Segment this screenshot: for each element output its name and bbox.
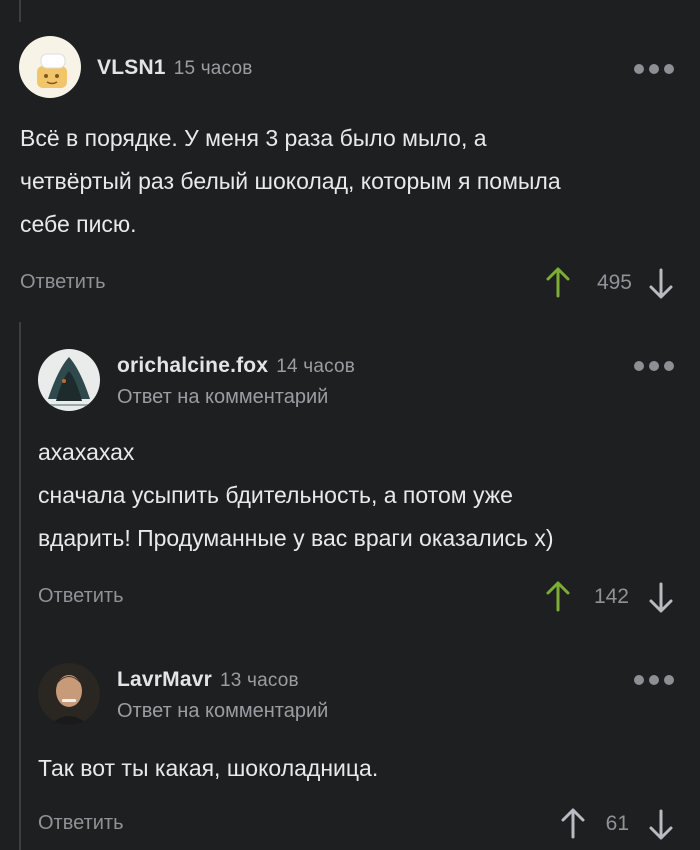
reply-button[interactable]: Ответить <box>38 585 124 608</box>
rating-value: 495 <box>596 271 632 294</box>
comment-text: ахахахах сначала усыпить бдительность, а… <box>38 431 554 560</box>
comment-line: ахахахах <box>38 439 135 465</box>
author-name[interactable]: LavrMavr 13 часов <box>117 668 299 692</box>
comment-line: Всё в порядке. У меня 3 раза было мыло, … <box>20 125 487 151</box>
reply-note[interactable]: Ответ на комментарий <box>117 386 328 409</box>
more-dots-icon[interactable] <box>634 63 674 75</box>
arrow-down-icon[interactable] <box>648 582 674 614</box>
author-name[interactable]: orichalcine.fox 14 часов <box>117 354 355 378</box>
author-label[interactable]: LavrMavr <box>117 668 212 691</box>
arrow-up-icon[interactable] <box>545 580 571 612</box>
arrow-up-icon[interactable] <box>545 266 571 298</box>
rating-value: 61 <box>605 812 629 835</box>
comment-text: Всё в порядке. У меня 3 раза было мыло, … <box>20 117 561 246</box>
reply-note[interactable]: Ответ на комментарий <box>117 700 328 723</box>
comment-time: 14 часов <box>276 356 356 377</box>
arrow-down-icon[interactable] <box>648 809 674 841</box>
avatar[interactable] <box>38 349 100 411</box>
thread-line-top <box>19 0 21 22</box>
comment-line: себе писю. <box>20 211 137 237</box>
comment-line: четвёртый раз белый шоколад, которым я п… <box>20 168 561 194</box>
author-label[interactable]: orichalcine.fox <box>117 354 268 377</box>
more-dots-icon[interactable] <box>634 674 674 686</box>
comment-line: сначала усыпить бдительность, а потом уж… <box>38 482 513 508</box>
author-name[interactable]: VLSN1 15 часов <box>97 56 253 80</box>
thread-line-replies <box>19 322 21 850</box>
arrow-down-icon[interactable] <box>648 268 674 300</box>
comment-line: вдарить! Продуманные у вас враги оказали… <box>38 525 554 551</box>
rating-value: 142 <box>593 585 629 608</box>
more-dots-icon[interactable] <box>634 360 674 372</box>
comment-time: 13 часов <box>219 670 299 691</box>
avatar[interactable] <box>19 36 81 98</box>
reply-button[interactable]: Ответить <box>38 812 124 835</box>
comment-time: 15 часов <box>173 58 253 79</box>
comment-line: Так вот ты какая, шоколадница. <box>38 755 379 781</box>
avatar[interactable] <box>38 663 100 725</box>
comment-text: Так вот ты какая, шоколадница. <box>38 747 378 790</box>
reply-button[interactable]: Ответить <box>20 271 106 294</box>
author-label[interactable]: VLSN1 <box>97 56 166 79</box>
